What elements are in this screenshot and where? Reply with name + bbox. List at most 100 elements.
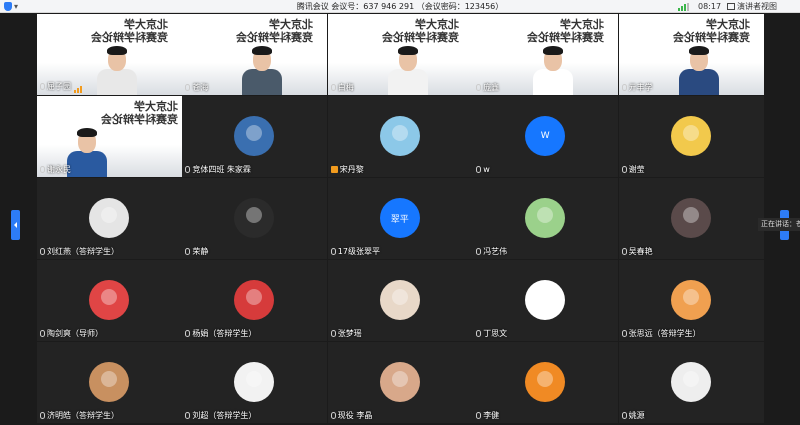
participant-tile[interactable]: 谢莹 [618, 96, 764, 177]
microphone-icon [40, 83, 45, 90]
participant-tile[interactable]: 张思远（答辩学生） [618, 260, 764, 341]
microphone-icon [40, 248, 45, 255]
participant-name: 张思远（答辩学生） [628, 329, 701, 338]
microphone-icon [476, 330, 482, 337]
participant-tile[interactable]: 刘超（答辩学生） [182, 342, 328, 423]
participant-video-person [387, 25, 428, 95]
participant-name: 亓丰学 [628, 83, 653, 92]
participant-tile[interactable]: 北京大学 竞赛科学辩论会 谢永民 [37, 96, 182, 177]
participant-name: 刘超（答辩学生） [192, 411, 257, 420]
participant-label: 宋丹黎 [330, 165, 364, 175]
speaker-view-label: 演讲者视图 [737, 2, 777, 11]
avatar-initials: W [525, 116, 566, 156]
prev-page-handle[interactable] [11, 210, 20, 240]
participant-tile[interactable]: 陶剑爽（导师） [37, 260, 182, 341]
participant-name: 谢永民 [47, 165, 71, 174]
microphone-icon [621, 412, 627, 419]
microphone-icon [476, 84, 482, 91]
person-icon [330, 166, 338, 173]
participant-tile[interactable]: 北京大学 竞赛科学辩论会 屈子园 [37, 14, 182, 95]
signal-icon [678, 3, 690, 11]
participant-tile[interactable]: 荣静 [182, 178, 328, 259]
participant-name: 张梦瑶 [337, 329, 362, 338]
participant-label: 屈子园 [40, 82, 83, 93]
microphone-icon [185, 248, 191, 255]
participant-name: 丁思文 [483, 329, 508, 338]
participant-name: 杨娟（答辩学生） [192, 329, 257, 338]
avatar-figure-icon [101, 371, 117, 387]
participant-label: 杨娟（答辩学生） [185, 329, 256, 339]
microphone-icon [621, 166, 627, 173]
participant-tile[interactable]: 李健 [473, 342, 619, 423]
microphone-icon [40, 166, 45, 173]
participant-tile[interactable]: 张梦瑶 [327, 260, 473, 341]
participant-tile[interactable]: 姚源 [618, 342, 764, 423]
avatar [670, 280, 711, 320]
participant-name: 吴春艳 [628, 247, 653, 256]
participant-label: 现役 李晶 [330, 411, 372, 421]
avatar-figure-icon [246, 207, 263, 223]
participant-label: 荣静 [185, 247, 208, 257]
participant-name: w [483, 165, 490, 174]
participant-label: 谢永民 [40, 165, 71, 175]
participant-tile[interactable]: 丁思文 [473, 260, 619, 341]
participant-tile[interactable]: 吴春艳 [618, 178, 764, 259]
participant-name: 宋丹黎 [339, 165, 364, 174]
participant-label: 李健 [476, 411, 499, 421]
participant-tile[interactable]: Ww [473, 96, 619, 177]
participant-tile[interactable]: 北京大学 竞赛科学辩论会 亓丰学 [618, 14, 764, 95]
microphone-icon [621, 84, 627, 91]
participant-label: 17级张翠平 [330, 247, 380, 257]
participant-label: 谢莹 [621, 165, 645, 175]
microphone-icon [185, 166, 191, 173]
meeting-window: ▾ 腾讯会议 会议号：637 946 291 （会议密码：123456） 08:… [0, 0, 800, 425]
participant-label: 白梅 [330, 83, 354, 93]
participant-tile[interactable]: 杨娟（答辩学生） [182, 260, 328, 341]
participant-label: 陶剑爽（导师） [40, 329, 103, 339]
participant-name: 苍海 [192, 83, 209, 92]
participant-label: 丁思文 [476, 329, 507, 339]
avatar [525, 280, 566, 320]
participant-label: 冯艺伟 [476, 247, 507, 257]
speaker-view-button[interactable]: 演讲者视图 [727, 0, 777, 13]
participant-video-person [242, 25, 283, 95]
participant-label: 竞体四班 朱家霖 [185, 165, 251, 175]
title-bar: ▾ 腾讯会议 会议号：637 946 291 （会议密码：123456） 08:… [0, 0, 800, 13]
participant-label: 亓丰学 [621, 83, 653, 93]
avatar [670, 116, 711, 156]
participant-tile[interactable]: 北京大学 竞赛科学辩论会 庞鑫 [473, 14, 619, 95]
avatar-figure-icon [246, 125, 263, 141]
microphone-icon [330, 330, 336, 337]
avatar [379, 280, 420, 320]
participant-tile[interactable]: 济明皓（答辩学生） [37, 342, 182, 423]
meeting-time: 08:17 [698, 2, 722, 11]
participant-name: 屈子园 [47, 82, 71, 91]
participant-tile[interactable]: 冯艺伟 [473, 178, 619, 259]
microphone-icon [476, 248, 482, 255]
microphone-icon [621, 248, 627, 255]
participant-tile[interactable]: 宋丹黎 [327, 96, 473, 177]
avatar-figure-icon [246, 371, 263, 387]
participant-tile[interactable]: 翠平 17级张翠平 [327, 178, 473, 259]
participant-label: 刘超（答辩学生） [185, 411, 256, 421]
microphone-icon [476, 412, 482, 419]
participant-label: 庞鑫 [476, 83, 499, 93]
participant-name: 李健 [483, 411, 500, 420]
participant-label: 济明皓（答辩学生） [40, 411, 119, 421]
participant-tile[interactable]: 北京大学 竞赛科学辩论会 苍海 [182, 14, 328, 95]
microphone-icon [330, 412, 336, 419]
microphone-icon [330, 248, 336, 255]
grid-icon [727, 3, 735, 10]
participant-name: 谢莹 [628, 165, 645, 174]
avatar [89, 198, 129, 238]
participant-tile[interactable]: 现役 李晶 [327, 342, 473, 423]
participant-tile[interactable]: 竞体四班 朱家霖 [182, 96, 328, 177]
avatar [525, 362, 566, 402]
avatar-figure-icon [682, 289, 699, 305]
participant-label: 张思远（答辩学生） [621, 329, 701, 339]
participant-tile[interactable]: 北京大学 竞赛科学辩论会 白梅 [327, 14, 473, 95]
participant-name: 刘红燕（答辩学生） [47, 247, 119, 256]
participant-tile[interactable]: 刘红燕（答辩学生） [37, 178, 182, 259]
avatar [234, 116, 275, 156]
avatar [234, 362, 275, 402]
